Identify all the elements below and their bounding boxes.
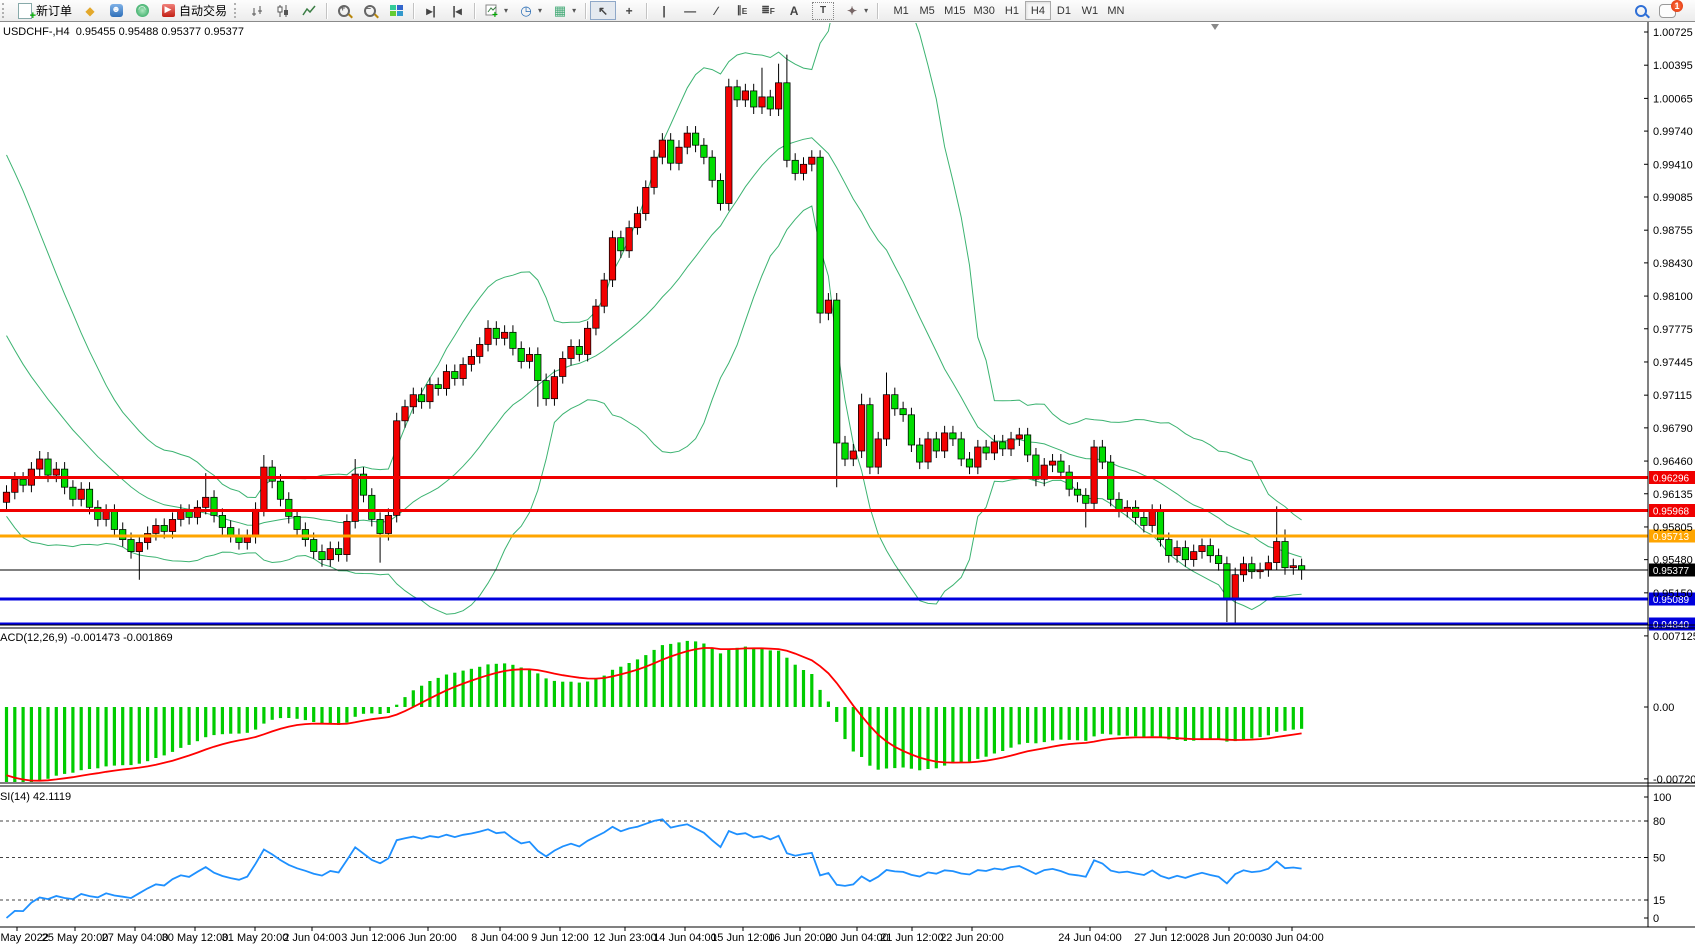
svg-text:0.99740: 0.99740	[1653, 126, 1693, 138]
time-axis-label: 6 Jun 20:00	[399, 932, 457, 944]
time-axis: 24 May 202225 May 20:0027 May 04:0030 Ma…	[0, 927, 1324, 944]
candles	[3, 55, 1305, 628]
symbol-period: USDCHF-,H4	[3, 26, 70, 38]
svg-text:0.99085: 0.99085	[1653, 192, 1693, 204]
time-axis-label: 27 Jun 12:00	[1134, 932, 1198, 944]
time-axis-label: 2 Jun 04:00	[283, 932, 341, 944]
svg-text:0.97115: 0.97115	[1653, 390, 1692, 402]
rsi-label: RSI(14) 42.1119	[0, 791, 71, 803]
price-lines: 0.962960.959680.957130.953770.950890.948…	[0, 471, 1695, 631]
macd-axis: 0.007125 0.00 -0.007201	[1644, 631, 1695, 786]
time-axis-label: 30 May 12:00	[162, 932, 229, 944]
svg-text:15: 15	[1653, 895, 1665, 907]
rsi-value: 42.1119	[33, 791, 71, 803]
svg-text:0.95150: 0.95150	[1653, 588, 1693, 600]
svg-text:0.97445: 0.97445	[1653, 357, 1693, 369]
svg-text:1.00395: 1.00395	[1653, 60, 1693, 72]
time-axis-label: 24 Jun 04:00	[1058, 932, 1122, 944]
svg-text:0.94840: 0.94840	[1653, 620, 1690, 631]
time-axis-label: 14 Jun 04:00	[653, 932, 717, 944]
rsi-line	[7, 819, 1302, 918]
bollinger-bands	[7, 0, 1302, 614]
svg-text:80: 80	[1653, 816, 1665, 828]
rsi-levels: 100 80 50 15 0	[0, 792, 1671, 925]
svg-text:50: 50	[1653, 853, 1665, 865]
svg-text:0.99410: 0.99410	[1653, 159, 1693, 171]
time-axis-label: 30 Jun 04:00	[1260, 932, 1324, 944]
time-axis-label: 15 Jun 12:00	[711, 932, 775, 944]
macd-values: -0.001473 -0.001869	[70, 632, 172, 644]
svg-text:-0.007201: -0.007201	[1653, 774, 1695, 786]
svg-text:0.97775: 0.97775	[1653, 324, 1693, 336]
svg-text:0: 0	[1653, 913, 1659, 925]
svg-text:0.98755: 0.98755	[1653, 225, 1693, 237]
svg-text:0.96460: 0.96460	[1653, 456, 1693, 468]
ohlc-readout: 0.95455 0.95488 0.95377 0.95377	[76, 26, 244, 38]
svg-text:1.00725: 1.00725	[1653, 27, 1693, 39]
svg-text:0.96135: 0.96135	[1653, 489, 1693, 501]
svg-text:0.96296: 0.96296	[1653, 474, 1690, 485]
time-axis-label: 21 Jun 12:00	[880, 932, 944, 944]
pane-borders	[0, 22, 1695, 928]
chart-title: USDCHF-,H4 0.95455 0.95488 0.95377 0.953…	[3, 26, 244, 38]
time-axis-label: 16 Jun 20:00	[768, 932, 832, 944]
svg-text:0.95968: 0.95968	[1653, 507, 1690, 518]
svg-text:0.96790: 0.96790	[1653, 423, 1693, 435]
svg-text:1.00065: 1.00065	[1653, 93, 1693, 105]
macd-label: MACD(12,26,9) -0.001473 -0.001869	[0, 632, 173, 644]
time-axis-label: 25 May 20:00	[42, 932, 109, 944]
svg-text:0.95480: 0.95480	[1653, 555, 1693, 567]
svg-text:0.95805: 0.95805	[1653, 522, 1693, 534]
svg-text:100: 100	[1653, 792, 1671, 804]
time-axis-label: 3 Jun 12:00	[341, 932, 399, 944]
chart-shift-marker	[1211, 24, 1219, 30]
chart-canvas[interactable]: 0.962960.959680.957130.953770.950890.948…	[0, 0, 1695, 946]
time-axis-label: 27 May 04:00	[102, 932, 169, 944]
time-axis-label: 28 Jun 20:00	[1197, 932, 1261, 944]
svg-text:0.007125: 0.007125	[1653, 631, 1695, 643]
time-axis-label: 8 Jun 04:00	[471, 932, 529, 944]
svg-text:0.00: 0.00	[1653, 702, 1674, 714]
svg-text:0.98430: 0.98430	[1653, 258, 1693, 270]
time-axis-label: 31 May 20:00	[222, 932, 289, 944]
time-axis-label: 9 Jun 12:00	[531, 932, 589, 944]
svg-text:0.98100: 0.98100	[1653, 291, 1693, 303]
time-axis-label: 12 Jun 23:00	[593, 932, 657, 944]
svg-text:0.95377: 0.95377	[1653, 566, 1690, 577]
time-axis-label: 22 Jun 20:00	[940, 932, 1004, 944]
